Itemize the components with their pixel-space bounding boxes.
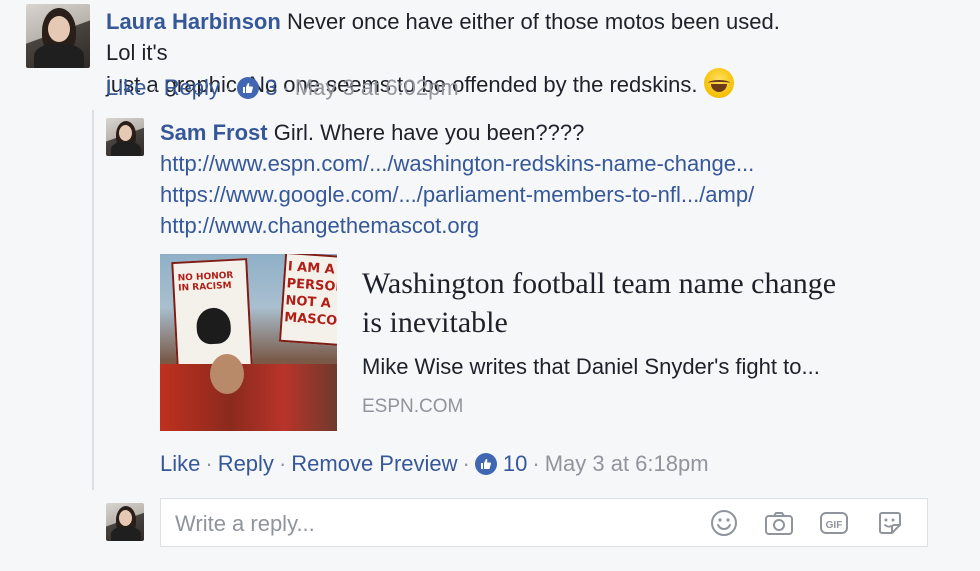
preview-image[interactable]: NO HONOR IN RACISM I AM A PERSON NOT A M… — [160, 254, 337, 431]
emoji-icon[interactable] — [709, 508, 739, 538]
like-link[interactable]: Like — [160, 450, 200, 478]
thread-line — [92, 110, 94, 490]
comment-author[interactable]: Laura Harbinson — [106, 9, 281, 34]
avatar[interactable] — [26, 4, 90, 68]
preview-title[interactable]: Washington football team name change is … — [362, 264, 862, 342]
reply-link-changethemascot[interactable]: http://www.changethemascot.org — [160, 210, 940, 241]
like-link[interactable]: Like — [106, 74, 146, 102]
gif-icon[interactable]: GIF — [819, 508, 849, 538]
svg-text:GIF: GIF — [826, 520, 843, 531]
reply-link[interactable]: Reply — [164, 74, 220, 102]
sticker-icon[interactable] — [875, 508, 905, 538]
thumbs-up-icon[interactable] — [237, 77, 260, 99]
avatar — [106, 503, 144, 541]
reply-body: Sam Frost Girl. Where have you been???? … — [160, 117, 940, 241]
reply-author[interactable]: Sam Frost — [160, 120, 268, 145]
protest-sign-text: I AM A PERSON NOT A MASCOT — [283, 259, 337, 330]
remove-preview-link[interactable]: Remove Preview — [291, 450, 457, 478]
reply-text: Girl. Where have you been???? — [273, 120, 585, 145]
thumbs-up-icon[interactable] — [474, 453, 497, 475]
reply-link-espn[interactable]: http://www.espn.com/.../washington-redsk… — [160, 148, 940, 179]
preview-description: Mike Wise writes that Daniel Snyder's fi… — [362, 354, 820, 379]
like-count[interactable]: 3 — [265, 74, 277, 102]
camera-icon[interactable] — [764, 508, 794, 538]
comment-actions: Like · Reply · 3 · May 3 at 6:02pm — [106, 74, 459, 102]
reply-input[interactable] — [173, 499, 697, 548]
reply-link-google[interactable]: https://www.google.com/.../parliament-me… — [160, 179, 940, 210]
reply-timestamp[interactable]: May 3 at 6:18pm — [545, 450, 709, 478]
avatar[interactable] — [106, 118, 144, 156]
reply-actions: Like · Reply · Remove Preview · 10 · May… — [160, 450, 709, 478]
protest-sign-text: NO HONOR IN RACISM — [177, 270, 234, 294]
like-count[interactable]: 10 — [503, 450, 527, 478]
comment-timestamp[interactable]: May 3 at 6:02pm — [295, 74, 459, 102]
reply-link[interactable]: Reply — [218, 450, 274, 478]
link-preview-card[interactable]: NO HONOR IN RACISM I AM A PERSON NOT A M… — [160, 254, 880, 431]
reply-composer[interactable]: GIF — [160, 498, 928, 548]
preview-source: ESPN.COM — [362, 396, 464, 417]
tears-of-joy-emoji-icon — [703, 68, 734, 98]
